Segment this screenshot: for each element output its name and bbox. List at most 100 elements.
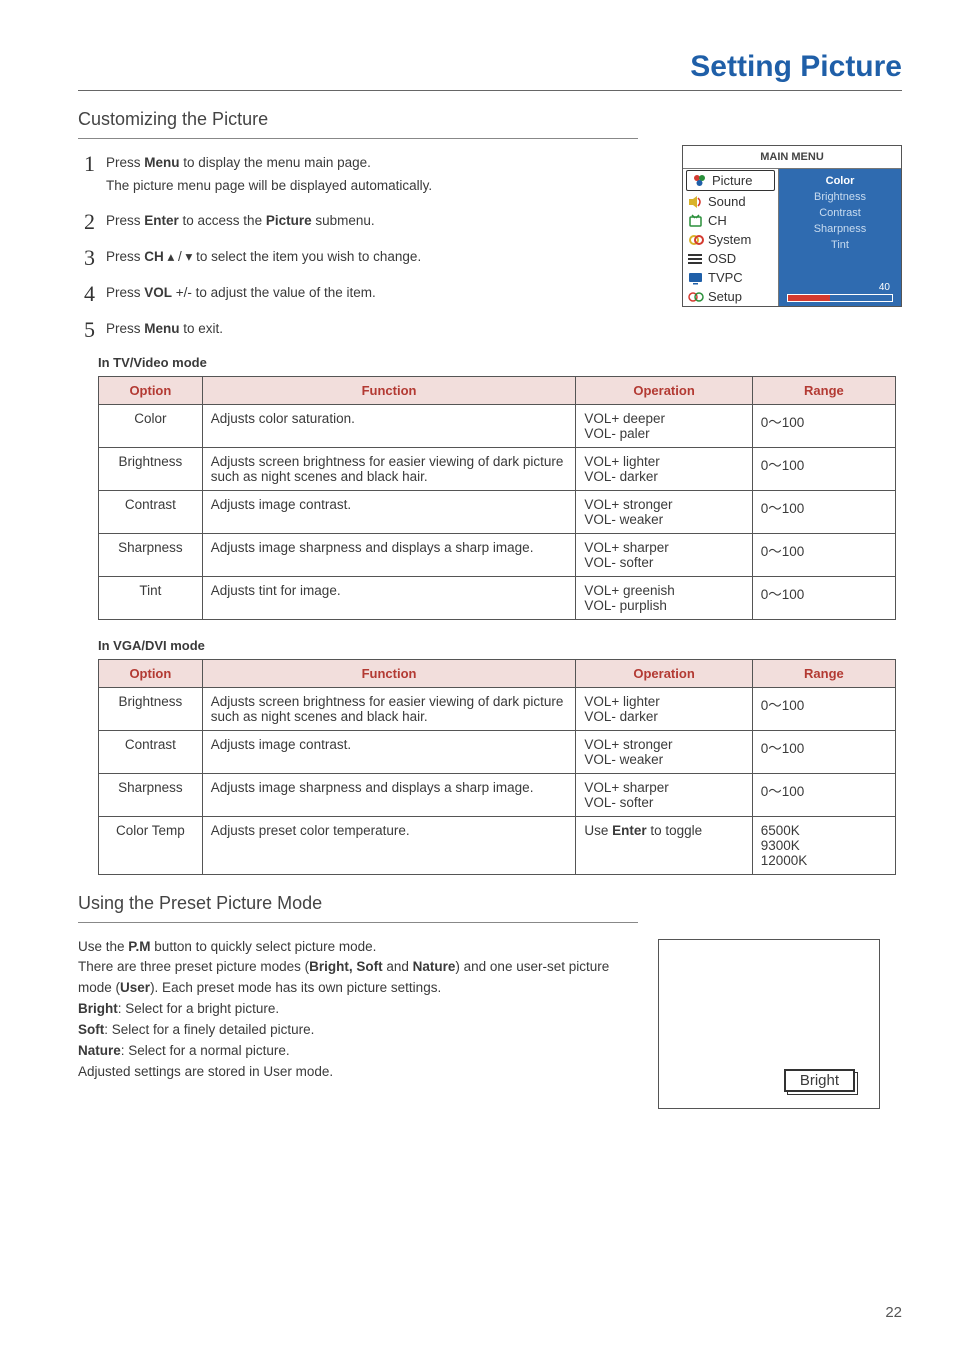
step-text: Press VOL +/- to adjust the value of the…	[106, 283, 376, 303]
table-cell: Color Temp	[99, 816, 203, 874]
system-icon	[688, 233, 704, 247]
step-number: 1	[84, 153, 106, 175]
table-row: ContrastAdjusts image contrast.VOL+ stro…	[99, 730, 896, 773]
table-cell: 6500K9300K12000K	[752, 816, 895, 874]
table-cell: VOL+ strongerVOL- weaker	[576, 490, 752, 533]
table-cell: 0～100	[752, 687, 895, 730]
table-cell: Adjusts image contrast.	[202, 490, 576, 533]
section-rule-1	[78, 138, 638, 139]
table-row: BrightnessAdjusts screen brightness for …	[99, 447, 896, 490]
table-row: ContrastAdjusts image contrast.VOL+ stro…	[99, 490, 896, 533]
step-row: 4Press VOL +/- to adjust the value of th…	[84, 283, 624, 305]
table-header: Range	[752, 376, 895, 404]
table-cell: Brightness	[99, 687, 203, 730]
preset-preview-box: Bright	[658, 939, 880, 1109]
preset-line: Nature: Select for a normal picture.	[78, 1041, 638, 1062]
mode-label-vga: In VGA/DVI mode	[98, 638, 902, 653]
table-cell: Contrast	[99, 490, 203, 533]
osd-option: Contrast	[779, 205, 901, 221]
setup-icon	[688, 290, 704, 304]
preset-mode-badge: Bright	[784, 1069, 855, 1092]
table-vga-dvi: OptionFunctionOperationRangeBrightnessAd…	[98, 659, 896, 875]
step-number: 4	[84, 283, 106, 305]
table-cell: VOL+ deeperVOL- paler	[576, 404, 752, 447]
step-row: 2Press Enter to access the Picture subme…	[84, 211, 624, 233]
table-header: Operation	[576, 659, 752, 687]
sound-icon	[688, 195, 704, 209]
step-row: 1Press Menu to display the menu main pag…	[84, 153, 624, 197]
steps-list: 1Press Menu to display the menu main pag…	[84, 153, 624, 341]
table-cell: 0～100	[752, 490, 895, 533]
osd-menu-item: CH	[683, 211, 778, 230]
step-text: Press Menu to display the menu main page…	[106, 153, 432, 197]
table-tv-video: OptionFunctionOperationRangeColorAdjusts…	[98, 376, 896, 620]
title-rule	[78, 90, 902, 91]
osd-menu-label: OSD	[708, 251, 736, 266]
table-row: TintAdjusts tint for image.VOL+ greenish…	[99, 576, 896, 619]
table-cell: 0～100	[752, 576, 895, 619]
step-text: Press CH ▴ / ▾ to select the item you wi…	[106, 247, 421, 267]
osd-option: Sharpness	[779, 221, 901, 237]
preset-line: Soft: Select for a finely detailed pictu…	[78, 1020, 638, 1041]
table-cell: VOL+ sharperVOL- softer	[576, 533, 752, 576]
table-cell: Color	[99, 404, 203, 447]
table-cell: Adjusts color saturation.	[202, 404, 576, 447]
osd-menu-label: System	[708, 232, 751, 247]
table-header: Operation	[576, 376, 752, 404]
step-row: 3Press CH ▴ / ▾ to select the item you w…	[84, 247, 624, 269]
section-title-customizing: Customizing the Picture	[78, 109, 902, 130]
table-cell: 0～100	[752, 773, 895, 816]
table-header: Option	[99, 659, 203, 687]
osd-right-column: ColorBrightnessContrastSharpnessTint 40	[779, 169, 901, 306]
table-row: ColorAdjusts color saturation.VOL+ deepe…	[99, 404, 896, 447]
table-header: Range	[752, 659, 895, 687]
step-number: 2	[84, 211, 106, 233]
table-cell: VOL+ sharperVOL- softer	[576, 773, 752, 816]
osd-menu-label: Picture	[712, 173, 752, 188]
osd-title: MAIN MENU	[683, 146, 901, 169]
osd-menu-item: Sound	[683, 192, 778, 211]
osd-menu-item: TVPC	[683, 268, 778, 287]
table-cell: Adjusts image contrast.	[202, 730, 576, 773]
osd-left-column: Picture Sound CH System OSD TVPC Setup	[683, 169, 779, 306]
osd-value-bar: 40	[787, 294, 893, 302]
step-number: 3	[84, 247, 106, 269]
table-cell: Sharpness	[99, 773, 203, 816]
osd-menu-label: Sound	[708, 194, 746, 209]
osd-menu-item: Setup	[683, 287, 778, 306]
table-header: Function	[202, 659, 576, 687]
osd-option: Color	[779, 173, 901, 189]
table-cell: Contrast	[99, 730, 203, 773]
step-text: Press Enter to access the Picture submen…	[106, 211, 375, 231]
osd-value-number: 40	[879, 282, 890, 293]
osd-menu-label: CH	[708, 213, 727, 228]
osd-option: Tint	[779, 237, 901, 253]
table-cell: Adjusts image sharpness and displays a s…	[202, 773, 576, 816]
table-cell: Adjusts screen brightness for easier vie…	[202, 687, 576, 730]
table-cell: Brightness	[99, 447, 203, 490]
picture-icon	[692, 174, 708, 188]
step-row: 5Press Menu to exit.	[84, 319, 624, 341]
table-row: BrightnessAdjusts screen brightness for …	[99, 687, 896, 730]
table-cell: Adjusts image sharpness and displays a s…	[202, 533, 576, 576]
table-cell: 0～100	[752, 404, 895, 447]
table-row: SharpnessAdjusts image sharpness and dis…	[99, 773, 896, 816]
table-row: SharpnessAdjusts image sharpness and dis…	[99, 533, 896, 576]
osd-menu-item: Picture	[686, 170, 775, 191]
table-row: Color TempAdjusts preset color temperatu…	[99, 816, 896, 874]
step-text: Press Menu to exit.	[106, 319, 223, 339]
table-cell: VOL+ lighterVOL- darker	[576, 687, 752, 730]
table-cell: VOL+ greenishVOL- purplish	[576, 576, 752, 619]
page-title: Setting Picture	[78, 50, 902, 84]
osd-option: Brightness	[779, 189, 901, 205]
table-header: Option	[99, 376, 203, 404]
osd-value-fill	[788, 295, 830, 301]
table-cell: Tint	[99, 576, 203, 619]
preset-line: There are three preset picture modes (Br…	[78, 957, 638, 999]
osd-menu-item: System	[683, 230, 778, 249]
osd-menu-item: OSD	[683, 249, 778, 268]
table-header: Function	[202, 376, 576, 404]
osd-menu-label: TVPC	[708, 270, 743, 285]
preset-line: Use the P.M button to quickly select pic…	[78, 937, 638, 958]
table-cell: Adjusts screen brightness for easier vie…	[202, 447, 576, 490]
